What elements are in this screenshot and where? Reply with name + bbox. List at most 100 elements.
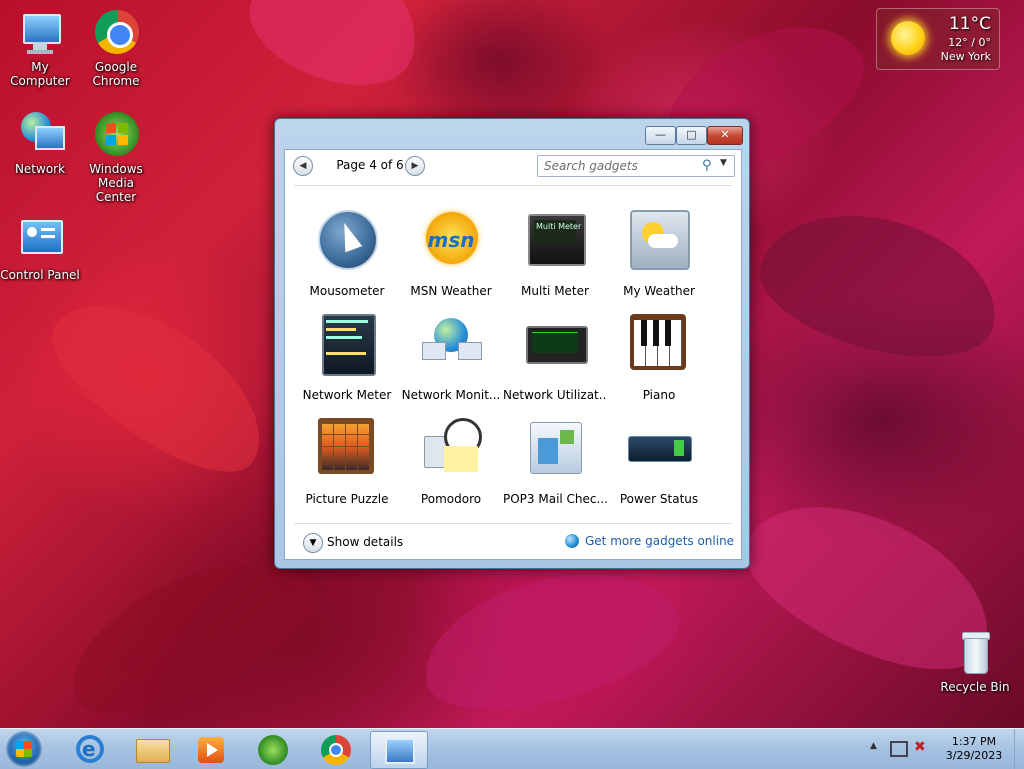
show-details-label: Show details bbox=[327, 535, 404, 549]
weather-city: New York bbox=[940, 50, 991, 63]
desktop-icon-recycle-bin[interactable]: Recycle Bin bbox=[935, 630, 1015, 694]
minimize-icon: — bbox=[655, 128, 666, 141]
chevron-left-icon: ◀ bbox=[299, 161, 307, 171]
gadget-label: Picture Puzzle bbox=[305, 492, 389, 506]
network-meter-icon bbox=[316, 312, 378, 376]
search-icon[interactable]: ⚲ bbox=[702, 158, 712, 173]
gallery-pane: ◀ Page 4 of 6 ▶ Search gadgets ⚲ ▼ Mouso… bbox=[284, 149, 742, 560]
windows-logo-icon bbox=[16, 741, 32, 757]
close-button[interactable]: ✕ bbox=[707, 126, 743, 145]
gadget-item[interactable]: Power Status bbox=[607, 402, 711, 506]
wallpaper-petal bbox=[234, 0, 436, 106]
get-more-label: Get more gadgets online bbox=[585, 534, 735, 548]
msn-weather-icon: msn bbox=[420, 208, 482, 270]
gadget-item[interactable]: Network Utilizat... bbox=[503, 298, 607, 402]
gadget-label: POP3 Mail Chec... bbox=[503, 492, 607, 506]
gadget-item[interactable]: Mousometer bbox=[295, 194, 399, 298]
gadget-item[interactable]: msn MSN Weather bbox=[399, 194, 503, 298]
desktop-icon-label: Control Panel bbox=[0, 268, 80, 282]
gadget-label: My Weather bbox=[623, 284, 695, 298]
ie-e-glyph: e bbox=[82, 737, 96, 761]
gadget-label: Mousometer bbox=[309, 284, 385, 298]
media-center-icon bbox=[258, 735, 288, 765]
weather-range: 12° / 0° bbox=[948, 36, 991, 49]
pomodoro-icon bbox=[420, 416, 482, 478]
gadget-label: MSN Weather bbox=[410, 284, 492, 298]
close-icon: ✕ bbox=[720, 128, 730, 141]
recycle-bin-icon bbox=[952, 630, 998, 676]
desktop-icon-label: Recycle Bin bbox=[940, 680, 1010, 694]
gadget-item[interactable]: Piano bbox=[607, 298, 711, 402]
desktop-icon-label: Windows Media Center bbox=[89, 162, 143, 204]
gadget-label: Power Status bbox=[619, 492, 699, 506]
taskbar-explorer[interactable] bbox=[124, 731, 180, 767]
show-hidden-icons-icon[interactable]: ▲ bbox=[870, 741, 877, 751]
desktop-icon-control-panel[interactable]: Control Panel bbox=[0, 218, 80, 282]
clock-time: 1:37 PM bbox=[951, 735, 997, 748]
chrome-center bbox=[329, 743, 343, 757]
sun-icon bbox=[891, 21, 925, 55]
network-icon bbox=[17, 112, 65, 158]
power-status-icon bbox=[628, 416, 692, 478]
my-computer-icon bbox=[17, 10, 63, 56]
piano-icon bbox=[628, 312, 690, 374]
restore-button[interactable]: □ bbox=[676, 126, 707, 145]
weather-temperature: 11°C bbox=[948, 14, 991, 34]
network-tray-icon[interactable] bbox=[890, 741, 908, 757]
gadget-item[interactable]: Network Monit... bbox=[399, 298, 503, 402]
pop3-mail-icon bbox=[524, 416, 586, 478]
gadget-label: Piano bbox=[642, 388, 676, 402]
desktop-icon-network[interactable]: Network bbox=[0, 112, 80, 176]
show-desktop-button[interactable] bbox=[1014, 729, 1024, 769]
control-panel-icon bbox=[17, 218, 63, 264]
next-page-button[interactable]: ▶ bbox=[405, 156, 425, 176]
gadget-item[interactable]: Multi Meter Multi Meter bbox=[503, 194, 607, 298]
start-button[interactable] bbox=[6, 731, 42, 767]
taskbar: e ▲ ✖ 1:37 PM 3/29/2023 bbox=[0, 728, 1024, 769]
clock-date: 3/29/2023 bbox=[945, 749, 1003, 762]
network-monitor-icon bbox=[420, 312, 482, 374]
desktop: My Computer Google Chrome Network Window… bbox=[0, 0, 1024, 728]
taskbar-ie[interactable]: e bbox=[62, 731, 118, 767]
search-placeholder: Search gadgets bbox=[544, 159, 638, 173]
taskbar-chrome[interactable] bbox=[308, 731, 364, 767]
chrome-icon bbox=[93, 10, 139, 56]
multi-meter-icon: Multi Meter bbox=[524, 208, 586, 270]
taskbar-media-center[interactable] bbox=[246, 731, 302, 767]
volume-muted-icon[interactable]: ✖ bbox=[914, 739, 926, 755]
gadget-gallery-window: — □ ✕ ◀ Page 4 of 6 ▶ Search gadgets ⚲ ▼ bbox=[274, 118, 750, 569]
taskbar-gadget-gallery[interactable] bbox=[370, 731, 428, 769]
minimize-button[interactable]: — bbox=[645, 126, 676, 145]
gadget-item[interactable]: Network Meter bbox=[295, 298, 399, 402]
wallpaper-petal bbox=[747, 191, 1013, 379]
windows-explorer-icon bbox=[136, 739, 170, 763]
divider bbox=[294, 523, 732, 524]
desktop-icon-label: Network bbox=[14, 162, 66, 176]
chevron-down-icon[interactable]: ▼ bbox=[720, 158, 727, 168]
page-indicator: Page 4 of 6 bbox=[336, 158, 404, 172]
my-weather-icon bbox=[628, 208, 690, 270]
media-center-icon bbox=[93, 112, 139, 158]
prev-page-button[interactable]: ◀ bbox=[293, 156, 313, 176]
picture-puzzle-icon bbox=[316, 416, 378, 478]
gadget-item[interactable]: Pomodoro bbox=[399, 402, 503, 506]
search-gadgets-input[interactable]: Search gadgets ⚲ ▼ bbox=[537, 155, 735, 177]
gadget-label: Network Utilizat... bbox=[503, 388, 607, 402]
wallpaper-petal bbox=[30, 271, 290, 499]
taskbar-media-player[interactable] bbox=[184, 731, 240, 767]
desktop-icon-label: Google Chrome bbox=[92, 60, 140, 88]
clock[interactable]: 1:37 PM 3/29/2023 bbox=[940, 735, 1008, 763]
desktop-icon-media-center[interactable]: Windows Media Center bbox=[76, 112, 156, 204]
globe-icon bbox=[565, 534, 579, 548]
get-more-gadgets-link[interactable]: Get more gadgets online bbox=[565, 534, 734, 548]
gadget-item[interactable]: My Weather bbox=[607, 194, 711, 298]
desktop-icon-label: My Computer bbox=[10, 60, 70, 88]
desktop-icon-my-computer[interactable]: My Computer bbox=[0, 10, 80, 88]
wallpaper-petal bbox=[408, 548, 692, 728]
gadget-item[interactable]: POP3 Mail Chec... bbox=[503, 402, 607, 506]
mousometer-icon bbox=[316, 208, 378, 270]
gadget-item[interactable]: Picture Puzzle bbox=[295, 402, 399, 506]
gadget-label: Network Meter bbox=[302, 388, 392, 402]
weather-gadget[interactable]: 11°C 12° / 0° New York bbox=[876, 8, 1000, 70]
desktop-icon-chrome[interactable]: Google Chrome bbox=[76, 10, 156, 88]
